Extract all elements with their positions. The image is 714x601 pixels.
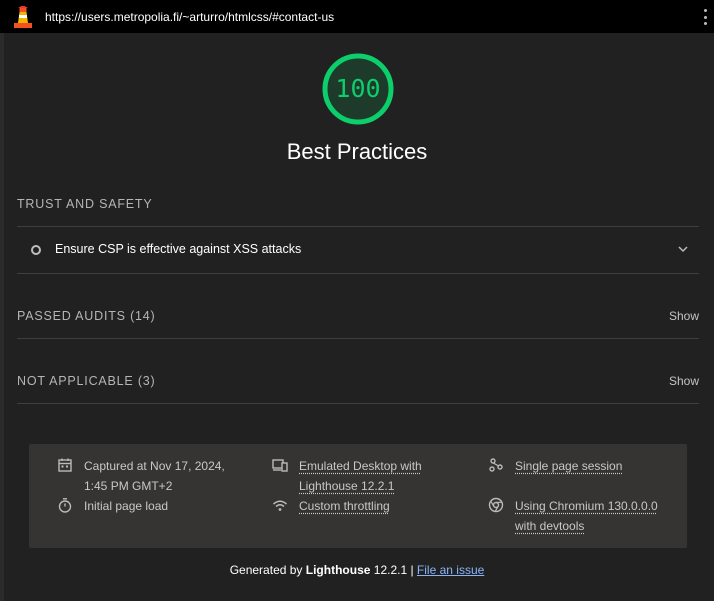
informative-audit-icon [31, 245, 41, 255]
audit-title: Ensure CSP is effective against XSS atta… [55, 242, 302, 256]
throttling-link[interactable]: Custom throttling [299, 496, 390, 516]
page-url: https://users.metropolia.fi/~arturro/htm… [45, 10, 335, 24]
divider [17, 403, 699, 404]
env-throttling: Custom throttling [272, 496, 390, 516]
runtime-settings-panel: Captured at Nov 17, 2024, 1:45 PM GMT+2 … [29, 444, 687, 548]
score-value: 100 [335, 74, 381, 103]
captured-date: Captured at Nov 17, 2024, [84, 459, 225, 473]
category-title: Best Practices [286, 139, 428, 164]
divider [17, 273, 699, 274]
chrome-icon [488, 497, 504, 513]
env-browser: Using Chromium 130.0.0.0 with devtools [488, 496, 658, 536]
audit-csp-xss[interactable]: Ensure CSP is effective against XSS atta… [17, 227, 699, 273]
emulated-device-link[interactable]: Emulated Desktop with [299, 456, 422, 476]
devtools-link[interactable]: with devtools [515, 516, 658, 536]
footer-prefix: Generated by [229, 563, 306, 577]
group-title-not-applicable: NOT APPLICABLE (3) [17, 374, 156, 388]
file-issue-link[interactable]: File an issue [417, 563, 484, 577]
devices-icon [272, 459, 288, 472]
report-footer: Generated by Lighthouse 12.2.1 | File an… [0, 563, 714, 577]
env-page-load: Initial page load [57, 496, 168, 516]
report-url-bar: https://users.metropolia.fi/~arturro/htm… [0, 0, 714, 33]
lighthouse-version-link[interactable]: Lighthouse 12.2.1 [299, 476, 422, 496]
chevron-down-icon[interactable] [677, 243, 689, 255]
session-link[interactable]: Single page session [515, 456, 622, 476]
kebab-menu-icon[interactable] [702, 9, 708, 25]
env-session: Single page session [488, 456, 622, 476]
captured-time: 1:45 PM GMT+2 [84, 479, 173, 493]
chromium-version-link[interactable]: Using Chromium 130.0.0.0 [515, 496, 658, 516]
passed-audits-show-button[interactable]: Show [669, 309, 699, 323]
lighthouse-logo-icon [14, 6, 32, 28]
stopwatch-icon [58, 498, 72, 513]
group-title-trust-safety: TRUST AND SAFETY [17, 197, 153, 211]
footer-brand: Lighthouse [305, 563, 371, 577]
not-applicable-show-button[interactable]: Show [669, 374, 699, 388]
divider [17, 338, 699, 339]
footer-version: 12.2.1 | [370, 563, 417, 577]
nodes-icon [489, 458, 503, 472]
env-captured-at: Captured at Nov 17, 2024, 1:45 PM GMT+2 [57, 456, 225, 496]
wifi-icon [273, 500, 287, 511]
env-device: Emulated Desktop with Lighthouse 12.2.1 [272, 456, 422, 496]
page-load-text: Initial page load [84, 499, 169, 513]
frame-border [0, 33, 4, 601]
group-title-passed-audits: PASSED AUDITS (14) [17, 309, 156, 323]
calendar-icon [58, 458, 72, 472]
